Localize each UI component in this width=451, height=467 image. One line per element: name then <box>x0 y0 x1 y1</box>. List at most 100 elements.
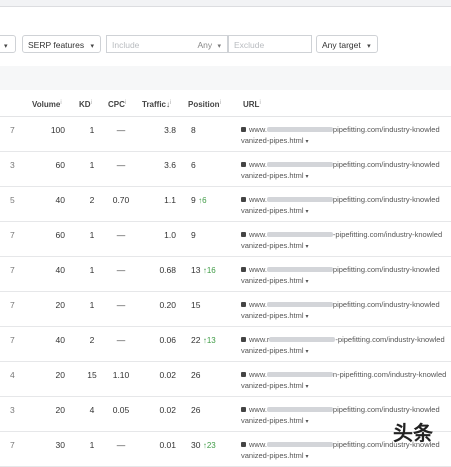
position-change: ↑16 <box>202 266 216 275</box>
chevron-down-icon[interactable]: ▾ <box>306 314 309 320</box>
serp-features-label: SERP features <box>28 40 85 50</box>
url-link-continued[interactable]: vanized-pipes.html ▾ <box>241 171 309 180</box>
url-line2: vanized-pipes.html <box>241 276 304 285</box>
url-line2: vanized-pipes.html <box>241 346 304 355</box>
redacted-domain <box>266 162 333 168</box>
table-row[interactable]: 7 40 1 — 0.68 13 ↑16 www. pipefitting.com/indus… <box>0 257 451 292</box>
position-number: 13 <box>191 265 201 275</box>
column-traffic-label: Traffic <box>142 100 167 109</box>
url-prefix: www. <box>249 265 267 274</box>
keywords-count: 3 <box>10 405 15 415</box>
table-row[interactable]: 4 20 15 1.10 0.02 26 www. n-pipefitting.com/in… <box>0 362 451 397</box>
column-volume[interactable]: Volumei <box>32 100 62 109</box>
url-link-continued[interactable]: vanized-pipes.html ▾ <box>241 451 309 460</box>
any-target-dropdown[interactable]: Any target ▾ <box>316 35 378 53</box>
column-position[interactable]: Positioni <box>188 100 221 109</box>
url-link[interactable]: www.r -pipefitting.com/industry-knowled <box>241 335 445 344</box>
chevron-down-icon[interactable]: ▾ <box>306 349 309 355</box>
url-link[interactable]: www. pipefitting.com/industry-knowled <box>241 125 440 134</box>
url-line2: vanized-pipes.html <box>241 206 304 215</box>
table-row[interactable]: 7 100 1 — 3.8 8 www. pipefitting.com/industry-… <box>0 117 451 152</box>
chevron-down-icon[interactable]: ▾ <box>306 139 309 145</box>
url-link[interactable]: www. n-pipefitting.com/industry-knowled <box>241 370 446 379</box>
serp-features-dropdown[interactable]: SERP features ▾ <box>22 35 101 53</box>
info-icon: i <box>124 100 127 106</box>
cpc-value: 0.05 <box>112 405 130 415</box>
column-kd-label: KD <box>79 100 91 109</box>
url-link-continued[interactable]: vanized-pipes.html ▾ <box>241 241 309 250</box>
table-row[interactable]: 7 30 1—0.01 30 ↑23 www. pipefitting.com/indus… <box>0 432 451 467</box>
redacted-domain <box>266 442 333 448</box>
table-row[interactable]: 3 20 4 0.05 0.02 26 www. pipefitting.com/indus… <box>0 397 451 432</box>
column-url[interactable]: URLi <box>243 100 261 109</box>
url-prefix: www.r <box>249 335 270 344</box>
table-row[interactable]: 7 60 1 — 1.0 9 www. -pipefitting.com/industry-… <box>0 222 451 257</box>
column-traffic[interactable]: Traffic↓i <box>142 100 171 109</box>
url-link-continued[interactable]: vanized-pipes.html ▾ <box>241 276 309 285</box>
filter-dropdown-truncated[interactable]: ▾ <box>0 35 16 53</box>
url-prefix: www. <box>249 370 267 379</box>
toolbar-band <box>0 66 451 90</box>
url-suffix: n-pipefitting.com/industry-knowled <box>332 370 447 379</box>
position-number: 6 <box>191 160 196 170</box>
lock-icon <box>241 337 246 342</box>
position-value: 15 <box>191 300 231 310</box>
kd-value: 1 <box>89 440 95 450</box>
keywords-count: 7 <box>10 125 15 135</box>
url-link[interactable]: www. pipefitting.com/industry-knowled <box>241 405 440 414</box>
url-line2: vanized-pipes.html <box>241 416 304 425</box>
table-row[interactable]: 5 40 2 0.70 1.1 9 ↑6 www. pipefitting.com/indus… <box>0 187 451 222</box>
url-link-continued[interactable]: vanized-pipes.html ▾ <box>241 311 309 320</box>
include-input[interactable]: Include Any ▾ <box>106 35 228 53</box>
traffic-value: 0.01 <box>159 440 176 450</box>
url-suffix: -pipefitting.com/industry-knowled <box>335 335 445 344</box>
position-value: 13 ↑16 <box>191 265 231 275</box>
url-suffix: pipefitting.com/industry-knowled <box>332 300 440 309</box>
cpc-value: 1.10 <box>112 370 130 380</box>
url-line2: vanized-pipes.html <box>241 171 304 180</box>
chevron-down-icon[interactable]: ▾ <box>306 384 309 390</box>
redacted-domain <box>266 232 333 238</box>
chevron-down-icon[interactable]: ▾ <box>306 419 309 425</box>
table-row[interactable]: 7 20 1 — 0.20 15 www. pipefitting.com/industry… <box>0 292 451 327</box>
url-link-continued[interactable]: vanized-pipes.html ▾ <box>241 206 309 215</box>
kd-value: 1 <box>89 160 95 170</box>
lock-icon <box>241 197 246 202</box>
chevron-down-icon[interactable]: ▾ <box>306 209 309 215</box>
redacted-domain <box>266 127 333 133</box>
table-row[interactable]: 3 60 1 — 3.6 6 www. pipefitting.com/industry-k… <box>0 152 451 187</box>
redacted-domain <box>269 337 336 343</box>
url-link-continued[interactable]: vanized-pipes.html ▾ <box>241 346 309 355</box>
url-link-continued[interactable]: vanized-pipes.html ▾ <box>241 136 309 145</box>
url-link-continued[interactable]: vanized-pipes.html ▾ <box>241 416 309 425</box>
url-suffix: pipefitting.com/industry-knowled <box>332 265 440 274</box>
any-target-label: Any target <box>322 40 361 50</box>
column-cpc[interactable]: CPCi <box>108 100 126 109</box>
url-link[interactable]: www. -pipefitting.com/industry-knowled <box>241 230 442 239</box>
column-kd[interactable]: KDi <box>79 100 92 109</box>
chevron-down-icon[interactable]: ▾ <box>306 244 309 250</box>
url-link[interactable]: www. pipefitting.com/industry-knowled <box>241 160 440 169</box>
keywords-count: 7 <box>10 265 15 275</box>
lock-icon <box>241 302 246 307</box>
chevron-down-icon[interactable]: ▾ <box>306 174 309 180</box>
url-suffix: pipefitting.com/industry-knowled <box>332 125 440 134</box>
url-link[interactable]: www. pipefitting.com/industry-knowled <box>241 265 440 274</box>
table-row[interactable]: 7 40 2 — 0.06 22 ↑13 www.r -pipefitting.com/ind… <box>0 327 451 362</box>
kd-value: 1 <box>89 300 95 310</box>
position-number: 26 <box>191 405 201 415</box>
keywords-count: 5 <box>10 195 15 205</box>
chevron-down-icon: ▾ <box>4 43 8 50</box>
column-position-label: Position <box>188 100 220 109</box>
chevron-down-icon[interactable]: ▾ <box>306 279 309 285</box>
include-any-select[interactable]: Any ▾ <box>197 36 221 56</box>
redacted-domain <box>266 197 333 203</box>
url-link[interactable]: www. pipefitting.com/industry-knowled <box>241 195 440 204</box>
url-prefix: www. <box>249 440 267 449</box>
url-suffix: pipefitting.com/industry-knowled <box>332 160 440 169</box>
cpc-value: 0.70 <box>112 195 130 205</box>
url-link-continued[interactable]: vanized-pipes.html ▾ <box>241 381 309 390</box>
exclude-input[interactable]: Exclude <box>228 35 312 53</box>
url-link[interactable]: www. pipefitting.com/industry-knowled <box>241 300 440 309</box>
volume-value: 20 <box>55 405 65 415</box>
